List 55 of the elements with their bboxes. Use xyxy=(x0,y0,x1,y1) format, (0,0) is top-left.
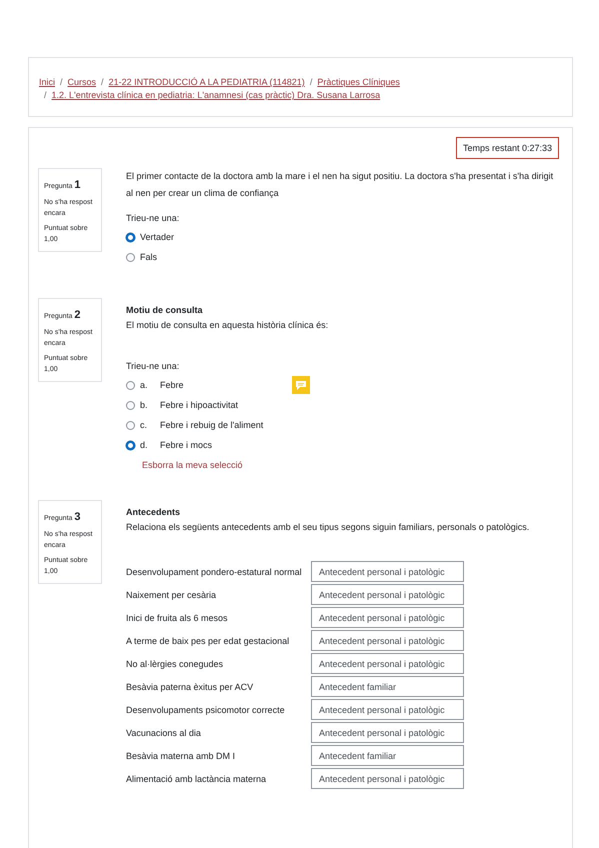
breadcrumb-link[interactable]: Inici xyxy=(39,77,56,87)
answer-select[interactable]: Antecedent personal i patològic xyxy=(311,699,464,720)
answer-select[interactable]: Antecedent personal i patològic xyxy=(311,630,464,651)
option-label[interactable]: Febre i mocs xyxy=(160,440,212,450)
option-label[interactable]: Febre i hipoactivitat xyxy=(160,400,238,410)
match-item: A terme de baix pes per edat gestacional xyxy=(126,636,290,646)
breadcrumb-separator: / xyxy=(310,77,312,87)
match-item: Besàvia paterna èxitus per ACV xyxy=(126,682,254,692)
choose-prompt: Trieu-ne una: xyxy=(126,212,180,225)
answer-select[interactable]: Antecedent personal i patològic xyxy=(311,653,464,674)
radio-button[interactable] xyxy=(126,232,135,242)
radio-button[interactable] xyxy=(126,400,135,410)
question-title: Motiu de consulta xyxy=(126,304,204,317)
option-letter: c. xyxy=(140,420,148,430)
question-title: Antecedents xyxy=(126,506,182,519)
match-item: Desenvolupaments psicomotor correcte xyxy=(126,704,286,714)
choose-prompt: Trieu-ne una: xyxy=(126,360,180,373)
breadcrumb-separator: / xyxy=(101,77,104,87)
breadcrumb-link[interactable]: Pràctiques Clíniques xyxy=(317,77,400,87)
comment-icon[interactable] xyxy=(292,376,310,394)
breadcrumb-link[interactable]: 21-22 INTRODUCCIÓ A LA PEDIATRIA (114821) xyxy=(108,77,305,87)
option-letter: b. xyxy=(140,400,149,410)
radio-button[interactable] xyxy=(126,420,135,430)
radio-button[interactable] xyxy=(126,252,135,262)
option-label[interactable]: Febre xyxy=(160,380,184,390)
match-item: Naixement per cesària xyxy=(126,590,218,600)
match-item: Inici de fruita als 6 mesos xyxy=(126,612,229,622)
option-letter: a. xyxy=(140,380,149,390)
option-label[interactable]: Vertader xyxy=(140,232,174,242)
option-label[interactable]: Febre i rebuig de l'aliment xyxy=(160,420,264,430)
question-text: El motiu de consulta en aquesta història clínica és: xyxy=(126,319,330,332)
answer-select[interactable]: Antecedent personal i patològic xyxy=(311,561,464,582)
question-text: El primer contacte de la doctora amb la mare i el nen ha sigut positiu. La doctora s'ha presentat i s'ha dirigit al nen per crear un clima de confiança xyxy=(126,170,554,200)
clear-selection-link[interactable]: Esborra la meva selecció xyxy=(142,460,559,470)
breadcrumb-link[interactable]: 1.2. L'entrevista clínica en pediatria: L'anamnesi (cas pràctic) Dra. Susana Larrosa xyxy=(52,90,380,100)
breadcrumb-separator: / xyxy=(60,77,63,87)
answer-select[interactable]: Antecedent familiar xyxy=(311,745,464,766)
match-item: No al·lèrgies conegudes xyxy=(126,658,224,668)
answer-select[interactable]: Antecedent personal i patològic xyxy=(311,607,464,628)
match-item: Besàvia materna amb DM I xyxy=(126,750,236,760)
answer-select[interactable]: Antecedent personal i patològic xyxy=(311,584,464,605)
match-item: Desenvolupament pondero-estatural normal xyxy=(126,566,303,576)
radio-button[interactable] xyxy=(126,380,135,390)
match-item: Vacunacions al dia xyxy=(126,728,202,738)
match-item: Alimentació amb lactància materna xyxy=(126,774,268,784)
option-letter: d. xyxy=(140,440,149,450)
breadcrumb-separator: / xyxy=(44,90,47,100)
breadcrumb-link[interactable]: Cursos xyxy=(68,77,96,87)
option-label[interactable]: Fals xyxy=(140,252,158,262)
answer-select[interactable]: Antecedent personal i patològic xyxy=(311,768,464,789)
answer-select[interactable]: Antecedent personal i patològic xyxy=(311,722,464,743)
time-remaining: Temps restant 0:27:33 xyxy=(456,137,559,159)
radio-button[interactable] xyxy=(126,440,135,450)
answer-select[interactable]: Antecedent familiar xyxy=(311,676,464,697)
question-text: Relaciona els següents antecedents amb el seu tipus segons siguin familiars, personals o patològics. xyxy=(126,521,530,534)
